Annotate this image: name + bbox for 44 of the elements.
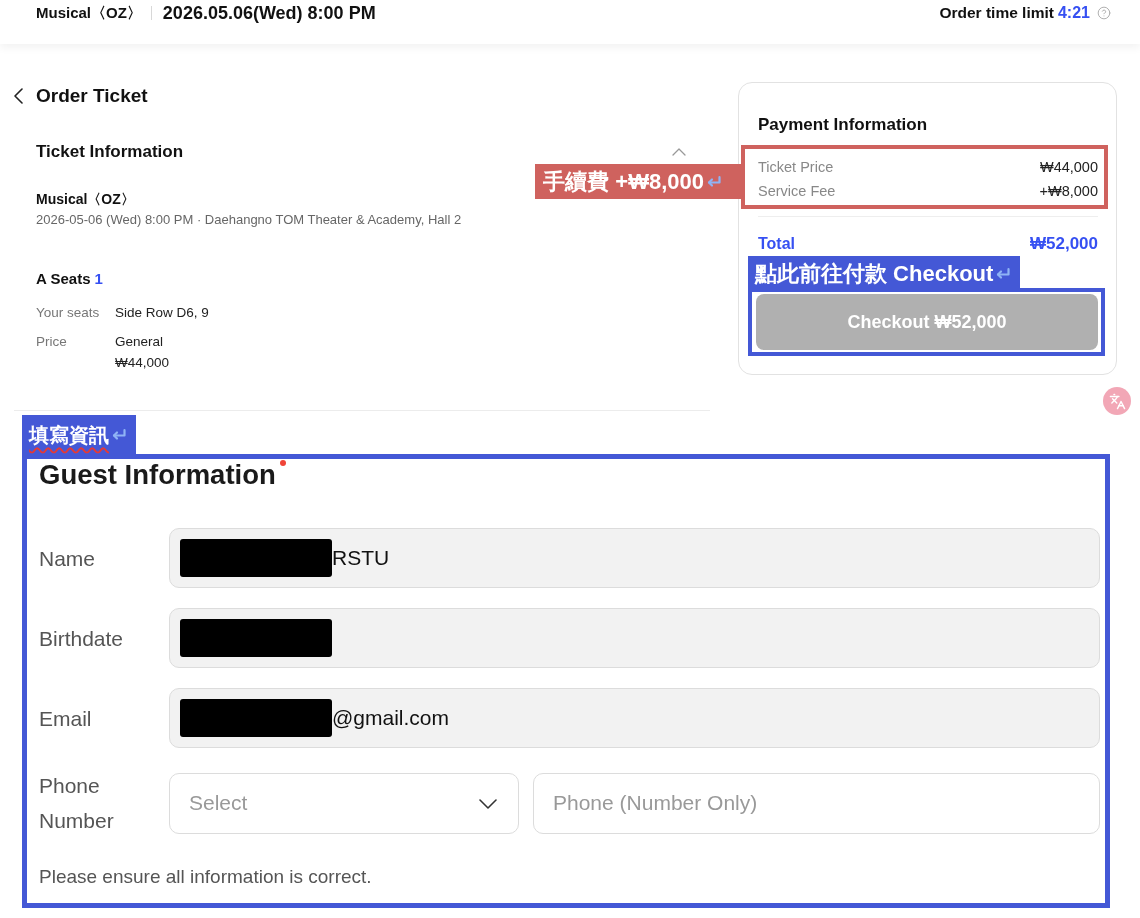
return-arrow-icon <box>707 175 721 188</box>
page-title: Order Ticket <box>36 84 148 108</box>
section-title: Ticket Information <box>36 141 184 163</box>
dropdown-field[interactable]: Select <box>169 772 519 834</box>
seat-grade: A Seats <box>36 269 91 289</box>
input-field[interactable]: Phone (Number Only) <box>533 772 1100 834</box>
field-label: Birthdate <box>39 625 125 652</box>
field-label: Phone Number <box>39 773 115 834</box>
form-title: Guest Information <box>39 459 276 491</box>
line-amount: +₩8,000 <box>1039 182 1098 201</box>
line-amount: ₩44,000 <box>1039 158 1098 177</box>
return-arrow-icon <box>112 428 126 441</box>
info-label: Price <box>36 333 68 351</box>
panel-title: Payment Information <box>758 115 929 135</box>
return-arrow-icon <box>996 267 1011 280</box>
input-field[interactable]: RSTU <box>169 528 1100 588</box>
info-value: General <box>115 333 165 351</box>
info-label: Your seats <box>36 304 101 322</box>
input-field[interactable]: @gmail.com <box>169 688 1100 748</box>
callout-text: 手續費 +₩8,000 <box>543 167 704 196</box>
time-limit-label: Order time limit <box>939 3 1054 23</box>
total-amount: ₩52,000 <box>1029 234 1098 254</box>
info-value: Side Row D6, 9 <box>115 304 210 322</box>
help-icon[interactable] <box>1097 6 1111 20</box>
callout-text: 點此前往付款 Checkout <box>755 259 994 288</box>
form-note: Please ensure all information is correct. <box>39 865 373 889</box>
show-details: 2026-05-06 (Wed) 8:00 PM · Daehangno TOM Theater & Academy, Hall 2 <box>36 212 463 228</box>
input-field[interactable] <box>169 608 1100 668</box>
show-title: Musical〈OZ〉 <box>36 3 142 23</box>
time-limit-countdown: 4:21 <box>1057 3 1090 23</box>
callout-text: 填寫資訊 <box>29 422 109 448</box>
field-label: Name <box>39 545 97 572</box>
field-label: Email <box>39 705 93 732</box>
show-datetime: 2026.05.06(Wed) 8:00 PM <box>162 3 376 23</box>
line-label: Ticket Price <box>758 158 834 177</box>
line-label: Service Fee <box>758 182 836 201</box>
total-label: Total <box>758 234 796 254</box>
back-icon[interactable] <box>14 88 23 104</box>
info-value: ₩44,000 <box>115 354 171 372</box>
chevron-down-icon <box>479 798 497 809</box>
translate-icon[interactable] <box>1103 387 1131 415</box>
show-name: Musical〈OZ〉 <box>36 190 136 208</box>
seat-count: 1 <box>94 269 103 289</box>
chevron-up-icon[interactable] <box>672 148 686 156</box>
